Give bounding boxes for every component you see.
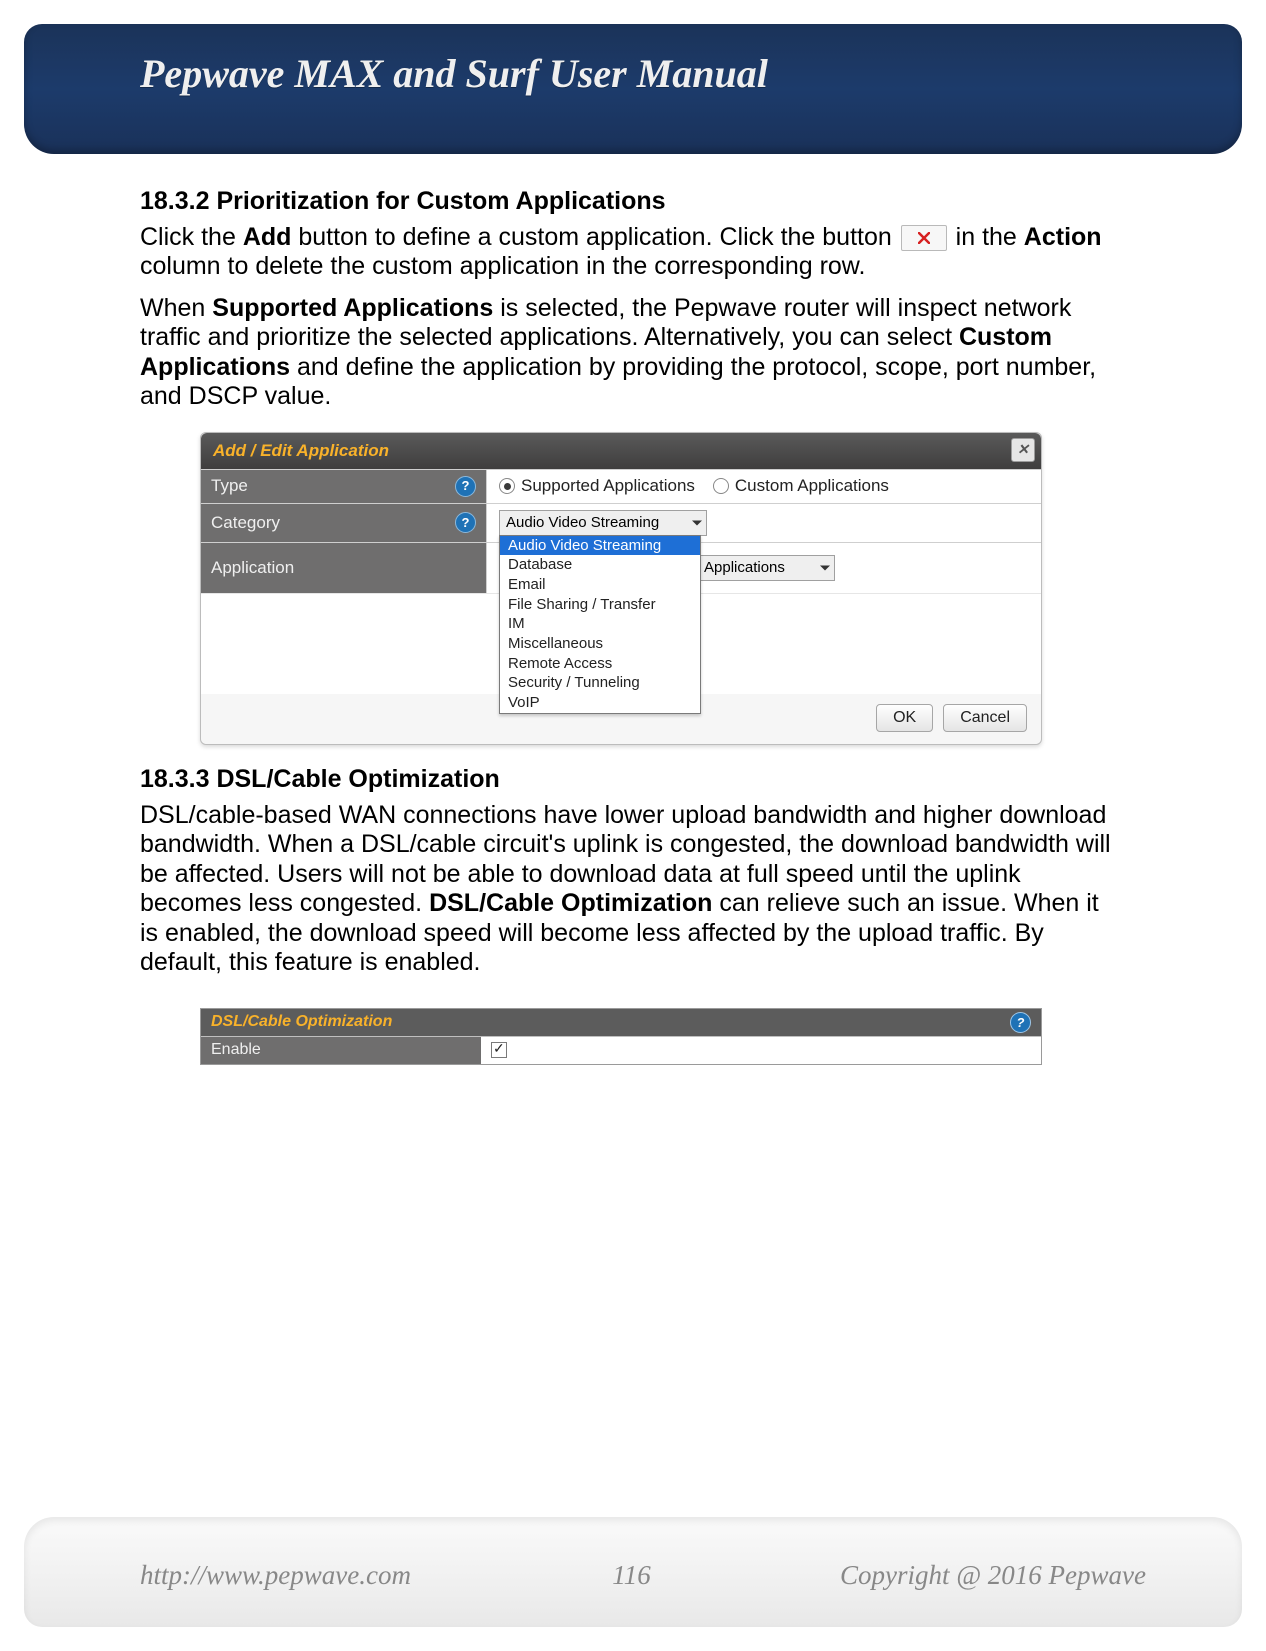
- add-edit-application-modal: Add / Edit Application ✕ Type ? Supporte…: [200, 432, 1042, 746]
- radio-label: Custom Applications: [735, 476, 889, 496]
- bold-dsl: DSL/Cable Optimization: [429, 889, 712, 917]
- text: When: [140, 294, 212, 322]
- footer-copyright: Copyright @ 2016 Pepwave: [840, 1560, 1146, 1591]
- page-number: 116: [612, 1560, 651, 1591]
- modal-title-text: Add / Edit Application: [213, 441, 389, 460]
- modal-title-bar: Add / Edit Application ✕: [201, 433, 1041, 469]
- delete-row-button[interactable]: [901, 225, 947, 251]
- dropdown-option[interactable]: Miscellaneous: [500, 634, 700, 654]
- dropdown-option[interactable]: Email: [500, 575, 700, 595]
- enable-checkbox[interactable]: [491, 1042, 507, 1058]
- dropdown-option[interactable]: Audio Video Streaming: [500, 536, 700, 556]
- text: in the: [949, 223, 1024, 251]
- dropdown-option[interactable]: Remote Access: [500, 654, 700, 674]
- radio-label: Supported Applications: [521, 476, 695, 496]
- chevron-down-icon: [820, 565, 830, 570]
- dropdown-option[interactable]: VoIP: [500, 693, 700, 713]
- radio-supported-applications[interactable]: Supported Applications: [499, 476, 695, 496]
- text: button to define a custom application. C…: [291, 223, 898, 251]
- help-icon[interactable]: ?: [455, 512, 476, 533]
- footer: http://www.pepwave.com 116 Copyright @ 2…: [140, 1560, 1146, 1591]
- label-text: Type: [211, 476, 248, 496]
- bold-add: Add: [243, 223, 292, 251]
- footer-url: http://www.pepwave.com: [140, 1560, 411, 1591]
- label-text: Category: [211, 513, 280, 533]
- row-type: Type ? Supported Applications Custom App…: [201, 469, 1041, 503]
- content-area: 18.3.2 Prioritization for Custom Applica…: [140, 175, 1120, 1065]
- select-value: Audio Video Streaming: [506, 514, 659, 531]
- dsl-panel-title: DSL/Cable Optimization: [211, 1013, 392, 1032]
- row-label: Category ?: [201, 504, 487, 542]
- dsl-enable-row: Enable: [201, 1036, 1041, 1064]
- row-category: Category ? Audio Video Streaming Audio V…: [201, 503, 1041, 542]
- paragraph-3: DSL/cable-based WAN connections have low…: [140, 801, 1120, 978]
- section-heading-1: 18.3.2 Prioritization for Custom Applica…: [140, 187, 1120, 217]
- help-icon[interactable]: ?: [455, 476, 476, 497]
- dsl-panel-header: DSL/Cable Optimization ?: [201, 1009, 1041, 1036]
- dsl-enable-value: [481, 1037, 1041, 1064]
- row-body: Supported Applications Custom Applicatio…: [487, 470, 1041, 503]
- bold-action: Action: [1024, 223, 1102, 251]
- application-select[interactable]: Applications: [697, 555, 835, 581]
- dropdown-option[interactable]: File Sharing / Transfer: [500, 595, 700, 615]
- dropdown-option[interactable]: Security / Tunneling: [500, 673, 700, 693]
- radio-icon: [499, 478, 515, 494]
- chevron-down-icon: [692, 520, 702, 525]
- cancel-button[interactable]: Cancel: [943, 704, 1027, 733]
- dropdown-option[interactable]: Database: [500, 555, 700, 575]
- row-label: Application: [201, 543, 487, 593]
- text: Click the: [140, 223, 243, 251]
- dsl-optimization-panel: DSL/Cable Optimization ? Enable: [200, 1008, 1042, 1065]
- modal-close-button[interactable]: ✕: [1011, 438, 1035, 462]
- help-icon[interactable]: ?: [1010, 1012, 1031, 1033]
- label-text: Application: [211, 558, 294, 578]
- bold-supported: Supported Applications: [212, 294, 493, 322]
- page-title: Pepwave MAX and Surf User Manual: [140, 50, 768, 97]
- paragraph-1: Click the Add button to define a custom …: [140, 223, 1120, 282]
- delete-x-icon: [918, 232, 930, 244]
- row-body: Audio Video Streaming Audio Video Stream…: [487, 504, 1041, 542]
- paragraph-2: When Supported Applications is selected,…: [140, 294, 1120, 412]
- section-heading-2: 18.3.3 DSL/Cable Optimization: [140, 765, 1120, 795]
- row-label: Type ?: [201, 470, 487, 503]
- dsl-enable-label: Enable: [201, 1037, 481, 1064]
- radio-icon: [713, 478, 729, 494]
- category-select[interactable]: Audio Video Streaming: [499, 510, 707, 536]
- dropdown-option[interactable]: IM: [500, 614, 700, 634]
- text: column to delete the custom application …: [140, 252, 865, 280]
- radio-custom-applications[interactable]: Custom Applications: [713, 476, 889, 496]
- ok-button[interactable]: OK: [876, 704, 933, 733]
- category-dropdown: Audio Video Streaming Database Email Fil…: [499, 535, 701, 714]
- close-icon: ✕: [1017, 441, 1029, 458]
- select-value: Applications: [704, 559, 785, 576]
